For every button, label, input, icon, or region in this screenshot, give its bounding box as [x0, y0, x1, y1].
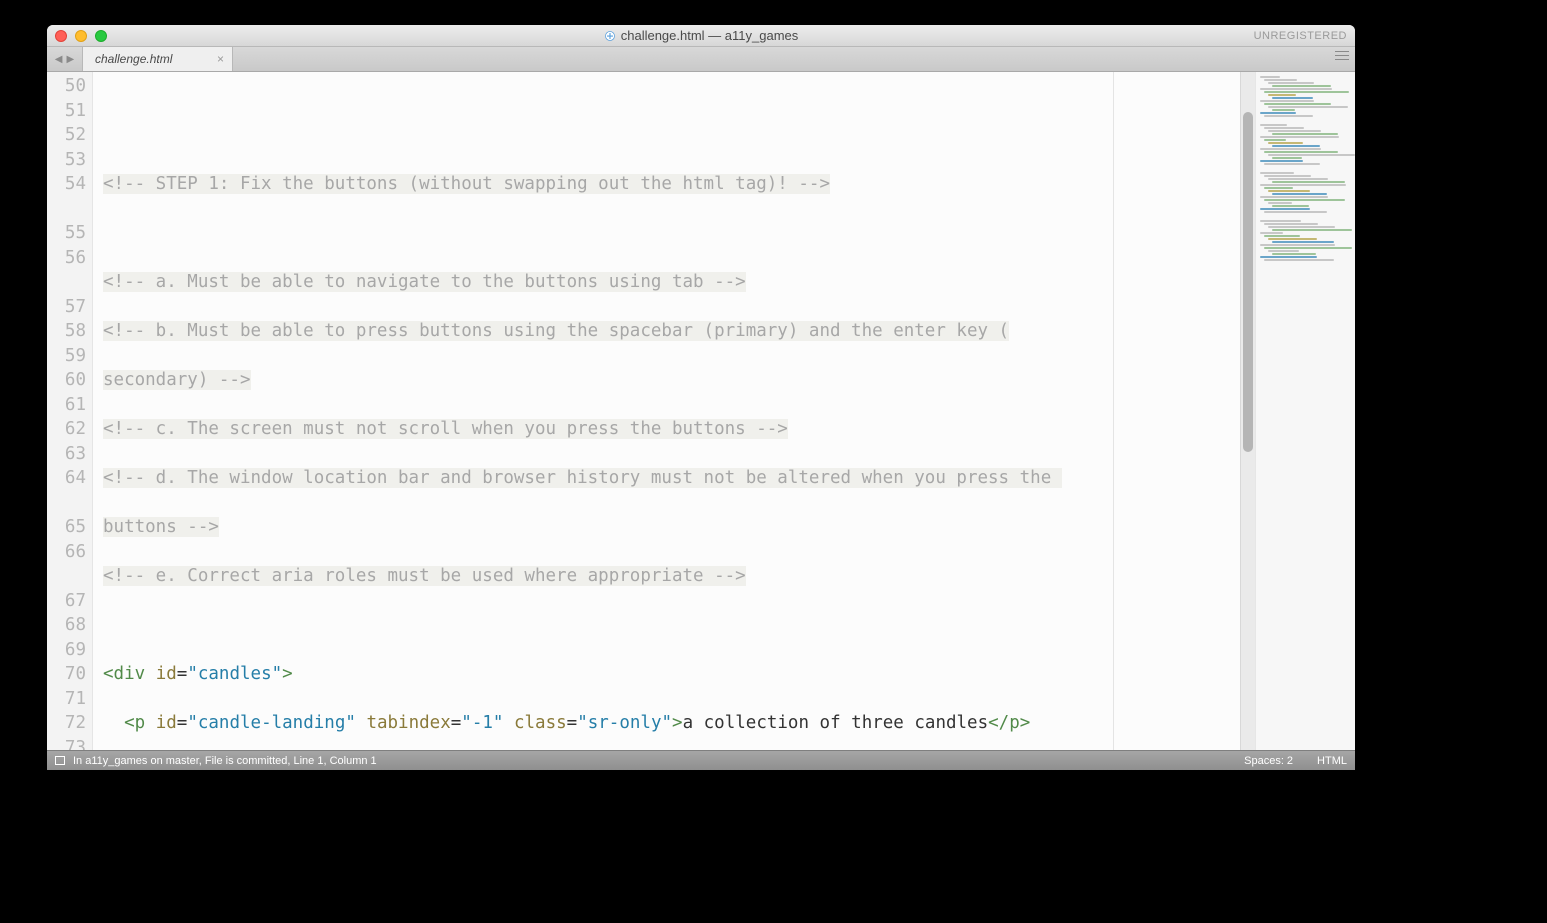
registration-label: UNREGISTERED — [1254, 30, 1347, 42]
menu-icon[interactable] — [1335, 51, 1349, 60]
tab-close-icon[interactable]: × — [217, 52, 224, 66]
code-line: buttons --> — [103, 515, 1255, 540]
maximize-icon[interactable] — [95, 30, 107, 42]
nav-arrows[interactable]: ◀ ▶ — [47, 47, 83, 71]
file-icon — [604, 30, 616, 42]
code-line: <!-- d. The window location bar and brow… — [103, 466, 1255, 491]
code-line: <p id="candle-landing" tabindex="-1" cla… — [103, 711, 1255, 736]
title-suffix: — a11y_games — [705, 28, 799, 43]
code-line: secondary) --> — [103, 368, 1255, 393]
vertical-scrollbar[interactable] — [1240, 72, 1255, 750]
statusbar: In a11y_games on master, File is committ… — [47, 750, 1355, 770]
status-text: In a11y_games on master, File is committ… — [73, 755, 377, 767]
tab-challenge[interactable]: challenge.html × — [83, 47, 233, 71]
code-line: <div id="candles"> — [103, 662, 1255, 687]
code-line: <!-- c. The screen must not scroll when … — [103, 417, 1255, 442]
status-spaces[interactable]: Spaces: 2 — [1244, 755, 1293, 767]
minimap[interactable] — [1255, 72, 1355, 750]
code-area[interactable]: <!-- STEP 1: Fix the buttons (without sw… — [93, 72, 1255, 750]
editor-area[interactable]: 5051525354 5556 5758596061626364 6566 67… — [47, 72, 1355, 750]
window-title: challenge.html — a11y_games — [47, 28, 1355, 43]
status-syntax[interactable]: HTML — [1317, 755, 1347, 767]
scrollbar-thumb[interactable] — [1243, 112, 1253, 452]
code-line — [103, 123, 1255, 148]
code-line — [103, 613, 1255, 638]
traffic-lights — [55, 30, 107, 42]
code-line: <!-- STEP 1: Fix the buttons (without sw… — [103, 172, 1255, 197]
code-line: <!-- a. Must be able to navigate to the … — [103, 270, 1255, 295]
title-file: challenge.html — [621, 28, 705, 43]
tab-label: challenge.html — [95, 52, 172, 66]
code-line: <!-- e. Correct aria roles must be used … — [103, 564, 1255, 589]
ruler — [1113, 72, 1114, 750]
close-icon[interactable] — [55, 30, 67, 42]
tabbar: ◀ ▶ challenge.html × — [47, 47, 1355, 72]
editor-window: challenge.html — a11y_games UNREGISTERED… — [47, 25, 1355, 770]
nav-back-icon[interactable]: ◀ — [55, 54, 63, 65]
minimize-icon[interactable] — [75, 30, 87, 42]
status-panel-icon[interactable] — [55, 756, 65, 765]
titlebar: challenge.html — a11y_games UNREGISTERED — [47, 25, 1355, 47]
line-numbers: 5051525354 5556 5758596061626364 6566 67… — [47, 72, 93, 750]
code-line: <!-- b. Must be able to press buttons us… — [103, 319, 1255, 344]
nav-forward-icon[interactable]: ▶ — [67, 54, 75, 65]
code-line — [103, 221, 1255, 246]
